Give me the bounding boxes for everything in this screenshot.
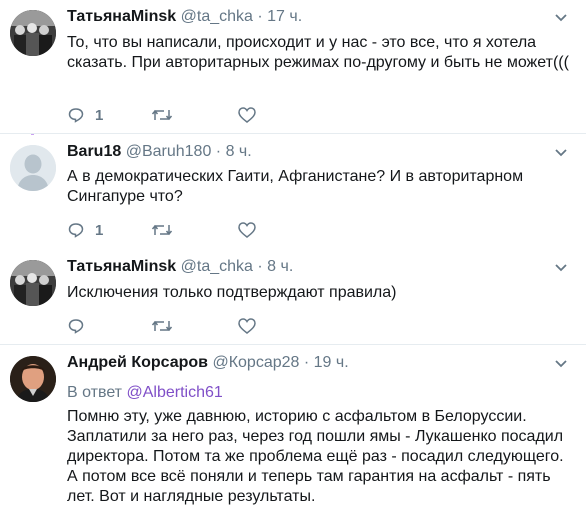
timestamp[interactable]: 17 ч.: [267, 8, 302, 25]
reply-count: 1: [95, 221, 104, 239]
timestamp[interactable]: 8 ч.: [267, 258, 293, 275]
retweet-icon: [151, 224, 173, 236]
heart-icon: [238, 107, 256, 123]
default-user-icon: [10, 145, 56, 191]
tweet[interactable]: ТатьянаMinsk @ta_chka · 17 ч. То, что вы…: [0, 0, 586, 134]
timestamp[interactable]: 8 ч.: [226, 143, 252, 160]
reply-target-link[interactable]: @Albertich61: [126, 384, 222, 401]
tweet-text: То, что вы написали, происходит и у нас …: [67, 34, 569, 71]
tweet-actions: [67, 316, 287, 336]
reply-button[interactable]: 1: [67, 220, 103, 240]
chevron-down-icon[interactable]: [554, 359, 568, 369]
display-name[interactable]: Андрей Корсаров: [67, 354, 208, 371]
display-name[interactable]: ТатьянаMinsk: [67, 258, 176, 275]
separator: ·: [303, 354, 310, 371]
like-button[interactable]: [237, 105, 257, 125]
avatar[interactable]: [10, 260, 56, 306]
heart-icon: [238, 222, 256, 238]
tweet[interactable]: ТатьянаMinsk @ta_chka · 8 ч. Исключения …: [0, 249, 586, 343]
tweet[interactable]: Андрей Корсаров @Корсар28 · 19 ч. В отве…: [0, 344, 586, 514]
chevron-down-icon[interactable]: [554, 13, 568, 23]
retweet-button[interactable]: [151, 316, 173, 336]
avatar[interactable]: [10, 356, 56, 402]
tweet-header: Андрей Корсаров @Корсар28 · 19 ч.: [67, 353, 556, 373]
avatar[interactable]: [10, 145, 56, 191]
group-photo-icon: [10, 260, 56, 306]
like-button[interactable]: [237, 316, 257, 336]
tweet-header: ТатьянаMinsk @ta_chka · 17 ч.: [67, 7, 556, 27]
tweet-actions: 1: [67, 105, 287, 125]
tweet-text: А в демократических Гаити, Афганистане? …: [67, 168, 524, 205]
separator: ·: [257, 258, 263, 275]
like-button[interactable]: [237, 220, 257, 240]
reply-icon: [68, 108, 84, 123]
reply-button[interactable]: 1: [67, 105, 103, 125]
group-photo-icon: [10, 10, 56, 56]
separator: ·: [257, 8, 263, 25]
timestamp[interactable]: 19 ч.: [314, 354, 349, 371]
reply-button[interactable]: [67, 316, 95, 336]
reply-count: 1: [95, 106, 104, 124]
tweet-header: Baru18 @Baruh180 · 8 ч.: [67, 142, 556, 162]
user-handle[interactable]: @ta_chka: [181, 258, 253, 275]
reply-context: В ответ @Albertich61: [67, 383, 223, 403]
tweet[interactable]: Baru18 @Baruh180 · 8 ч. А в демократичес…: [0, 135, 586, 249]
chevron-down-icon[interactable]: [554, 263, 568, 273]
tweet-actions: 1: [67, 220, 287, 240]
reply-prefix: В ответ: [67, 384, 123, 401]
user-handle[interactable]: @Baruh180: [126, 143, 212, 160]
avatar[interactable]: [10, 10, 56, 56]
separator: ·: [215, 143, 222, 160]
retweet-icon: [151, 109, 173, 121]
chevron-down-icon[interactable]: [554, 148, 568, 158]
man-portrait-icon: [10, 356, 56, 402]
reply-icon: [68, 319, 84, 334]
tweet-text: Помню эту, уже давнюю, историю с асфальт…: [67, 408, 564, 505]
heart-icon: [238, 318, 256, 334]
user-handle[interactable]: @ta_chka: [181, 8, 253, 25]
retweet-button[interactable]: [151, 105, 173, 125]
user-handle[interactable]: @Корсар28: [212, 354, 299, 371]
tweet-text: Исключения только подтверждают правила): [67, 284, 397, 301]
tweet-header: ТатьянаMinsk @ta_chka · 8 ч.: [67, 257, 556, 277]
retweet-icon: [151, 320, 173, 332]
display-name[interactable]: ТатьянаMinsk: [67, 8, 176, 25]
reply-icon: [68, 223, 84, 238]
display-name[interactable]: Baru18: [67, 143, 121, 160]
retweet-button[interactable]: [151, 220, 173, 240]
